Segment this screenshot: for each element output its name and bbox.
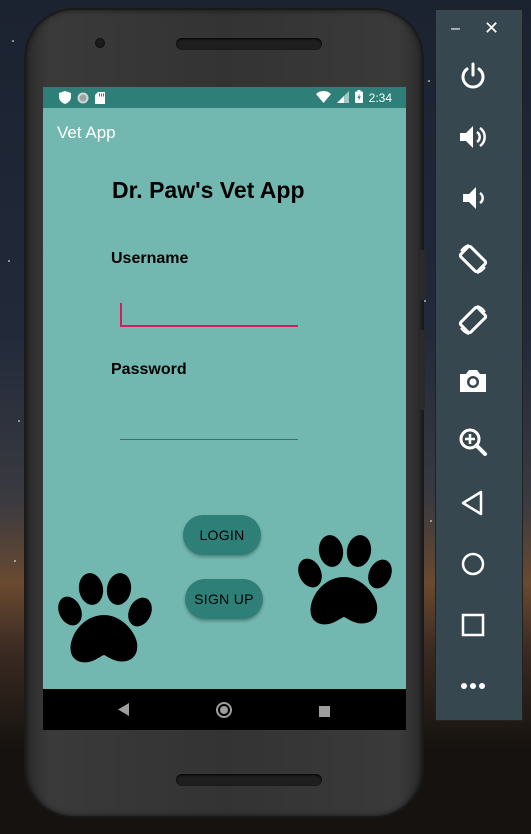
close-button[interactable]: ✕ [484, 18, 499, 39]
navigation-bar [43, 689, 406, 730]
battery-icon [354, 90, 363, 106]
paw-print-icon [295, 535, 393, 629]
power-icon[interactable] [457, 60, 489, 92]
recents-icon[interactable] [319, 704, 330, 722]
rotate-right-icon[interactable] [457, 304, 489, 336]
username-input[interactable] [120, 301, 298, 327]
wifi-icon [315, 90, 331, 106]
home-icon[interactable] [216, 702, 232, 723]
password-underline [120, 439, 298, 440]
login-screen: Dr. Paw's Vet App Username Password LOGI… [43, 157, 406, 689]
overview-icon[interactable] [457, 609, 489, 641]
emulator-control-panel: – ✕ [436, 10, 522, 720]
text-caret [120, 303, 122, 325]
sd-card-icon [95, 91, 105, 107]
login-button[interactable]: LOGIN [183, 515, 261, 555]
volume-down-icon[interactable] [457, 182, 489, 214]
signal-icon [336, 90, 349, 106]
username-underline [120, 325, 298, 327]
more-icon[interactable] [457, 670, 489, 702]
minimize-button[interactable]: – [451, 20, 460, 38]
bottom-speaker [176, 774, 322, 786]
earpiece-speaker [176, 38, 322, 50]
volume-up-icon[interactable] [457, 121, 489, 153]
app-bar: Vet App [43, 108, 406, 157]
shield-icon [59, 91, 71, 107]
zoom-icon[interactable] [457, 426, 489, 458]
phone-screen: 2:34 Vet App Dr. Paw's Vet App Username … [43, 87, 406, 730]
paw-print-icon [55, 573, 153, 667]
camera-icon[interactable] [457, 365, 489, 397]
circle-icon [77, 92, 89, 107]
emulator-title-bar: – ✕ [436, 10, 522, 50]
back-icon[interactable] [118, 703, 130, 721]
home-icon[interactable] [457, 548, 489, 580]
clock-time: 2:34 [368, 91, 392, 105]
signup-button[interactable]: SIGN UP [185, 579, 263, 619]
back-icon[interactable] [457, 487, 489, 519]
power-key [419, 330, 425, 410]
status-bar: 2:34 [43, 87, 406, 108]
front-camera [95, 38, 105, 48]
page-title: Dr. Paw's Vet App [112, 177, 305, 203]
username-label: Username [111, 250, 189, 267]
password-label: Password [111, 361, 187, 378]
volume-rocker [419, 250, 425, 300]
rotate-left-icon[interactable] [457, 243, 489, 275]
password-input[interactable] [120, 414, 298, 440]
app-bar-title: Vet App [57, 123, 116, 142]
